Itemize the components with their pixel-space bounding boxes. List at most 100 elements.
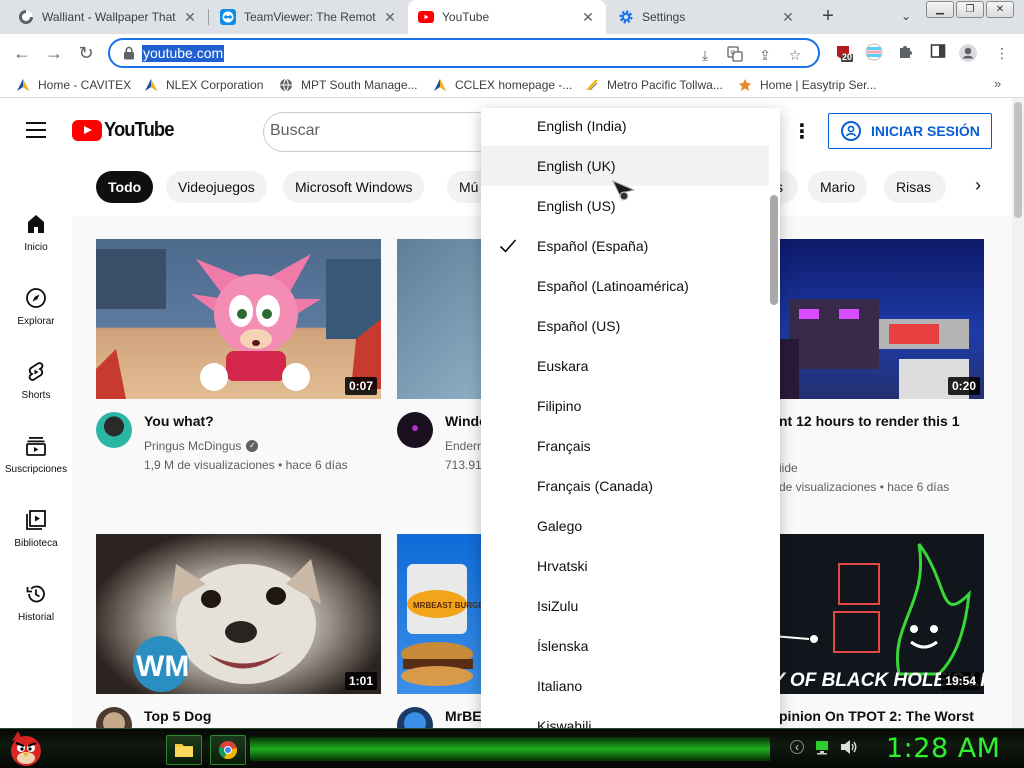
guide-item-shorts[interactable]: Shorts — [0, 360, 72, 420]
chip-risas[interactable]: Risas — [884, 171, 946, 203]
bookmark-nlex[interactable]: NLEX Corporation — [144, 76, 263, 94]
settings-kebab-icon[interactable]: ⋮ — [792, 120, 812, 144]
file-explorer-task[interactable] — [166, 735, 202, 765]
extensions-puzzle-icon[interactable] — [896, 43, 916, 63]
guide-menu-icon[interactable] — [26, 122, 46, 138]
video-thumbnail[interactable] — [397, 239, 487, 399]
reload-icon[interactable]: ↻ — [74, 41, 98, 65]
start-angry-bird-icon[interactable] — [4, 727, 48, 767]
video-title[interactable]: You what? — [144, 413, 214, 429]
extension-badge-icon[interactable]: 20 — [834, 43, 854, 63]
language-option[interactable]: Français (Canada) — [481, 466, 769, 506]
close-tab-icon[interactable]: ✕ — [580, 9, 596, 26]
watermark-logo-text: WM — [136, 650, 189, 683]
system-tray: ‹ — [790, 739, 858, 755]
language-option[interactable]: Italiano — [481, 666, 769, 706]
url-text[interactable]: youtube.com — [142, 45, 225, 62]
channel-name[interactable]: Pringus McDingus ✓ — [144, 439, 259, 453]
video-title[interactable]: pinion On TPOT 2: The Worst — [779, 708, 974, 724]
chip-videojuegos[interactable]: Videojuegos — [166, 171, 267, 203]
bookmark-cclex[interactable]: CCLEX homepage -... — [433, 76, 572, 94]
close-tab-icon[interactable]: ✕ — [780, 9, 796, 26]
channel-avatar[interactable] — [96, 707, 132, 728]
video-thumbnail[interactable]: WM 1:01 — [96, 534, 381, 694]
youtube-logo[interactable]: YouTube — [72, 119, 180, 142]
channel-avatar[interactable] — [397, 412, 433, 448]
minimize-icon[interactable]: ▁ — [926, 1, 954, 18]
guide-item-historial[interactable]: Historial — [0, 582, 72, 642]
tab-settings[interactable]: Settings ✕ — [608, 0, 806, 34]
language-option[interactable]: Galego — [481, 506, 769, 546]
video-title[interactable]: nt 12 hours to render this 1 — [779, 413, 959, 429]
chrome-task[interactable] — [210, 735, 246, 765]
video-thumbnail[interactable]: 0:07 — [96, 239, 381, 399]
channel-avatar[interactable] — [397, 707, 433, 728]
side-panel-icon[interactable] — [928, 43, 948, 63]
language-option[interactable]: Français — [481, 426, 769, 466]
close-tab-icon[interactable]: ✕ — [382, 9, 398, 26]
new-tab-plus-icon[interactable]: + — [816, 4, 840, 28]
lock-icon[interactable] — [122, 46, 136, 60]
bookmark-mpt-south[interactable]: MPT South Manage... — [279, 76, 418, 94]
video-title[interactable]: MrBE — [445, 708, 482, 724]
language-option[interactable]: English (India) — [481, 108, 769, 146]
tab-youtube[interactable]: YouTube ✕ — [408, 0, 606, 34]
guide-item-explorar[interactable]: Explorar — [0, 286, 72, 346]
video-duration: 0:20 — [947, 377, 980, 395]
install-app-icon[interactable]: ⤓ — [696, 46, 714, 64]
bookmark-cavitex[interactable]: Home - CAVITEX — [16, 76, 131, 94]
shorts-icon — [28, 362, 44, 381]
guide-item-biblioteca[interactable]: Biblioteca — [0, 508, 72, 568]
language-option-selected[interactable]: Español (España) — [481, 226, 769, 266]
settings-gear-icon — [618, 9, 634, 25]
profile-flag-icon[interactable] — [864, 43, 884, 63]
guide-item-inicio[interactable]: Inicio — [0, 212, 72, 272]
language-option[interactable]: Hrvatski — [481, 546, 769, 586]
channel-avatar[interactable] — [96, 412, 132, 448]
search-input[interactable] — [270, 122, 470, 140]
taskbar-clock[interactable]: 1:28 AM — [886, 733, 1000, 764]
translate-icon[interactable]: G — [726, 46, 744, 64]
language-menu-scrollbar-thumb[interactable] — [770, 195, 778, 305]
bookmark-metro-pacific[interactable]: Metro Pacific Tollwa... — [585, 76, 723, 94]
chip-mario[interactable]: Mario — [808, 171, 868, 203]
profile-avatar-icon[interactable] — [958, 43, 978, 63]
more-bookmarks-icon[interactable]: » — [994, 76, 1001, 91]
close-window-icon[interactable]: ✕ — [986, 1, 1014, 18]
show-hidden-icons-chevron-icon[interactable]: ‹ — [790, 740, 804, 754]
language-option[interactable]: Español (Latinoamérica) — [481, 266, 769, 306]
language-option[interactable]: Español (US) — [481, 306, 769, 346]
bookmark-easytrip[interactable]: Home | Easytrip Ser... — [738, 76, 877, 94]
close-tab-icon[interactable]: ✕ — [182, 9, 198, 26]
language-option[interactable]: IsiZulu — [481, 586, 769, 626]
video-thumbnail[interactable]: MRBEAST BURGER — [397, 534, 487, 694]
page-scrollbar[interactable] — [1012, 98, 1024, 728]
chrome-menu-icon[interactable]: ⋮ — [992, 43, 1012, 63]
video-title[interactable]: Top 5 Dog — [144, 708, 211, 724]
language-option[interactable]: Íslenska — [481, 626, 769, 666]
channel-name[interactable]: iide — [779, 461, 798, 475]
search-box[interactable] — [263, 112, 493, 152]
chevron-right-icon[interactable]: › — [964, 175, 992, 199]
language-option[interactable]: Filipino — [481, 386, 769, 426]
tab-search-chevron-icon[interactable]: ⌄ — [896, 5, 916, 27]
chip-microsoft-windows[interactable]: Microsoft Windows — [283, 171, 425, 203]
address-bar[interactable]: youtube.com ⤓ G ⇪ ☆ — [108, 38, 820, 68]
language-option[interactable]: Kiswahili — [481, 706, 769, 728]
globe-icon — [280, 78, 292, 92]
bookmark-star-icon[interactable]: ☆ — [786, 46, 804, 64]
chip-todo[interactable]: Todo — [96, 171, 154, 203]
tab-walliant[interactable]: Walliant - Wallpaper That ✕ — [8, 0, 208, 34]
share-icon[interactable]: ⇪ — [756, 46, 774, 64]
page-scrollbar-thumb[interactable] — [1014, 102, 1022, 218]
tab-teamviewer[interactable]: TeamViewer: The Remote ✕ — [210, 0, 408, 34]
back-arrow-icon[interactable]: ← — [10, 41, 34, 65]
restore-icon[interactable]: ❐ — [956, 1, 984, 18]
network-icon[interactable] — [814, 739, 830, 755]
forward-arrow-icon[interactable]: → — [42, 41, 66, 65]
sign-in-button[interactable]: INICIAR SESIÓN — [828, 113, 992, 149]
volume-icon[interactable] — [840, 739, 858, 755]
video-metadata: de visualizaciones • hace 6 días — [779, 480, 950, 494]
language-option[interactable]: Euskara — [481, 346, 769, 386]
guide-item-suscripciones[interactable]: Suscripciones — [0, 434, 72, 494]
